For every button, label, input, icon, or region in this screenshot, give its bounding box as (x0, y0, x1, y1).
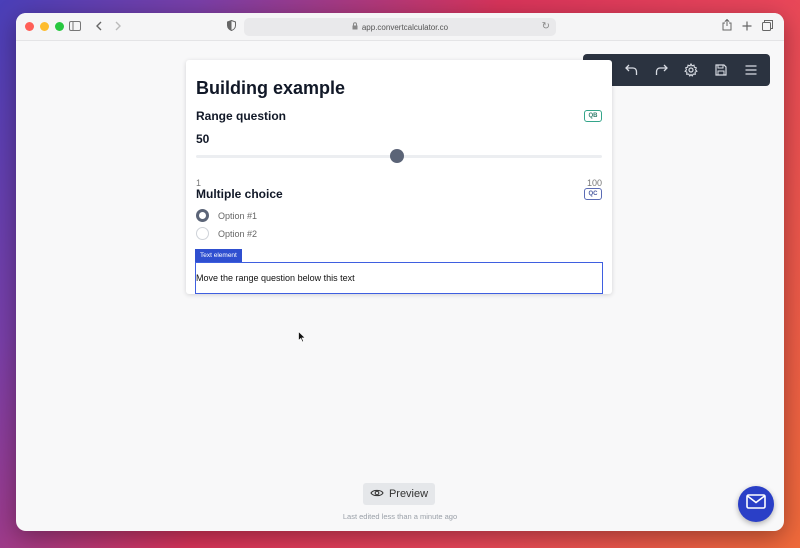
lock-icon (352, 22, 358, 32)
close-window-button[interactable] (25, 22, 34, 31)
choice-option-2[interactable]: Option #2 (196, 227, 257, 240)
menu-icon[interactable] (740, 59, 762, 81)
sidebar-icon[interactable] (69, 19, 81, 35)
text-element-tag[interactable]: Text element (195, 249, 242, 262)
eye-icon (370, 488, 384, 501)
range-max-label: 100 (586, 178, 602, 188)
reload-icon[interactable]: ↻ (542, 21, 550, 32)
gear-icon[interactable] (680, 59, 702, 81)
zoom-window-button[interactable] (55, 22, 64, 31)
multiple-choice-badge: QC (584, 188, 602, 200)
undo-icon[interactable] (621, 59, 643, 81)
range-question-title: Range question (196, 109, 287, 123)
url-text: app.convertcalculator.co (361, 22, 449, 32)
preview-button[interactable]: Preview (363, 483, 435, 505)
new-tab-icon[interactable] (742, 19, 752, 35)
save-icon[interactable] (710, 59, 732, 81)
mouse-pointer-icon (298, 330, 307, 348)
browser-titlebar: app.convertcalculator.co ↻ (16, 13, 784, 41)
share-icon[interactable] (722, 18, 732, 35)
choice-option-1[interactable]: Option #1 (196, 209, 257, 222)
minimize-window-button[interactable] (40, 22, 49, 31)
forward-icon[interactable] (114, 19, 122, 35)
option-label: Option #2 (218, 228, 258, 239)
range-question-badge: QB (584, 110, 602, 122)
radio-button-option-1[interactable] (196, 209, 209, 222)
back-icon[interactable] (95, 19, 103, 35)
form-title: Building example (196, 78, 346, 98)
range-slider-handle[interactable] (389, 149, 404, 163)
contact-button[interactable] (738, 486, 774, 522)
browser-window: app.convertcalculator.co ↻ Building exam… (16, 13, 784, 531)
window-controls (25, 22, 64, 31)
option-label: Option #1 (218, 210, 258, 221)
last-edited-status: Last edited less than a minute ago (342, 512, 458, 521)
form-card: Building example Range question QB 50 1 … (186, 60, 612, 294)
radio-button-option-2[interactable] (196, 227, 209, 240)
text-element[interactable]: Move the range question below this text (195, 262, 603, 294)
range-value: 50 (196, 132, 210, 146)
tab-overview-icon[interactable] (762, 19, 773, 35)
mail-icon (746, 494, 766, 514)
multiple-choice-title: Multiple choice (196, 187, 283, 201)
redo-icon[interactable] (651, 59, 673, 81)
shield-icon[interactable] (227, 19, 236, 35)
preview-label: Preview (388, 488, 429, 500)
address-bar[interactable]: app.convertcalculator.co ↻ (244, 18, 556, 36)
